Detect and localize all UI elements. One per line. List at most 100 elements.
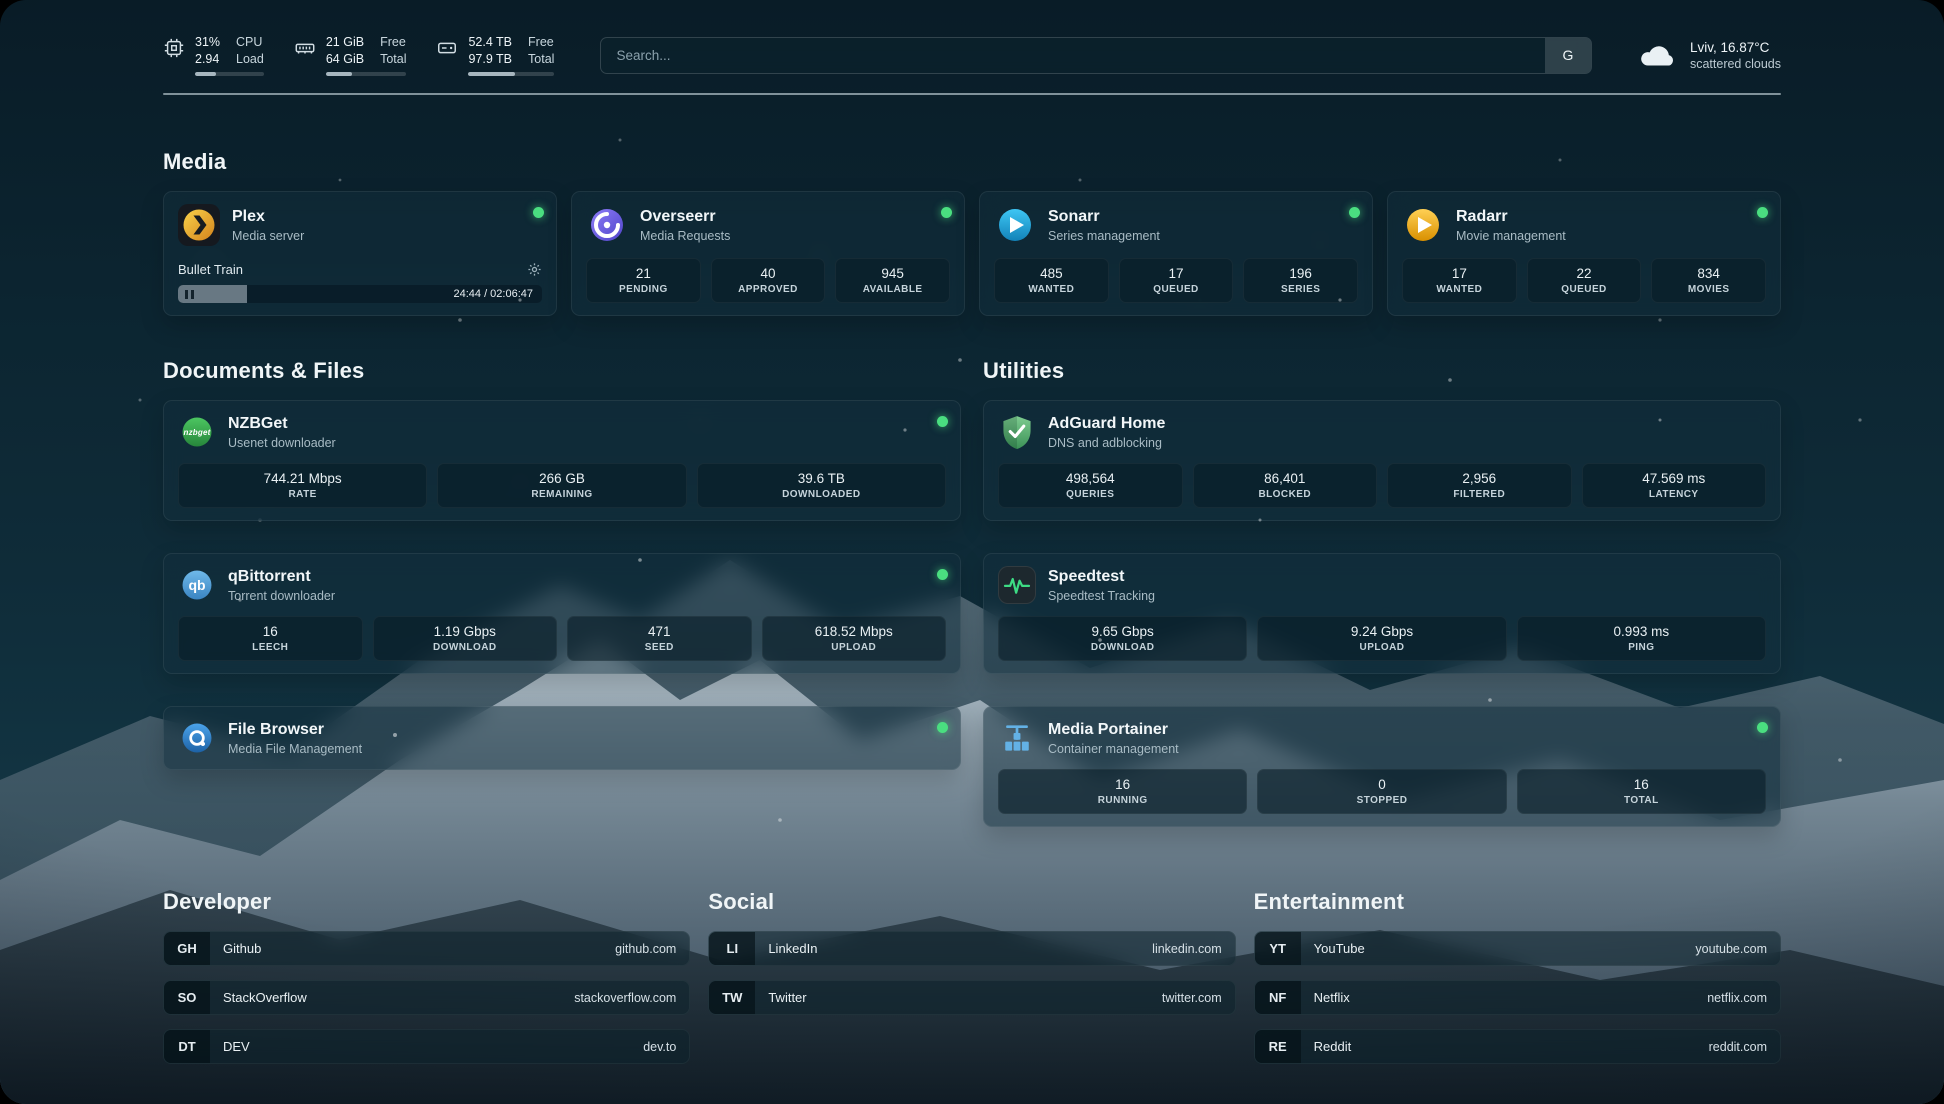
portainer-icon <box>998 719 1036 757</box>
media-grid: Plex Media server Bullet Train <box>163 191 1781 316</box>
bookmark-youtube[interactable]: YT YouTube youtube.com <box>1254 931 1781 966</box>
status-dot <box>937 722 948 733</box>
service-card-qbittorrent[interactable]: qb qBittorrent Torrent downloader 16LEEC… <box>163 553 961 674</box>
service-name: Sonarr <box>1048 207 1160 226</box>
topbar-divider <box>163 93 1781 95</box>
service-card-nzbget[interactable]: nzbget NZBGet Usenet downloader 744.21 M… <box>163 400 961 521</box>
status-dot <box>1757 207 1768 218</box>
speedtest-icon <box>998 566 1036 604</box>
pause-icon[interactable] <box>185 290 194 299</box>
search-bar[interactable]: G <box>600 37 1592 74</box>
bookmark-group-developer: Developer GH Github github.com SO StackO… <box>163 889 690 1064</box>
status-dot <box>1349 207 1360 218</box>
stat-tile: 16RUNNING <box>998 769 1247 814</box>
cpu-label: CPU <box>236 34 264 51</box>
service-subtitle: Series management <box>1048 229 1160 243</box>
service-card-portainer[interactable]: Media Portainer Container management 16R… <box>983 706 1781 827</box>
search-input[interactable] <box>601 38 1545 73</box>
service-text: AdGuard Home DNS and adblocking <box>1048 414 1165 450</box>
bookmark-abbr: GH <box>164 932 210 965</box>
memory-widget-body: 21 GiB 64 GiB Free Total <box>326 34 407 76</box>
disk-widget: 52.4 TB 97.9 TB Free Total <box>436 34 554 76</box>
section-title-social: Social <box>708 889 1235 915</box>
weather-widget[interactable]: Lviv, 16.87°C scattered clouds <box>1638 40 1781 71</box>
service-subtitle: Usenet downloader <box>228 436 336 450</box>
bookmark-netflix[interactable]: NF Netflix netflix.com <box>1254 980 1781 1015</box>
bookmark-abbr: SO <box>164 981 210 1014</box>
bookmark-name: Twitter <box>768 981 1162 1014</box>
service-name: Media Portainer <box>1048 720 1179 739</box>
stat-tile: 0STOPPED <box>1257 769 1506 814</box>
stat-tiles: 16LEECH 1.19 GbpsDOWNLOAD 471SEED 618.52… <box>178 604 946 661</box>
service-text: File Browser Media File Management <box>228 720 362 756</box>
service-name: File Browser <box>228 720 362 739</box>
weather-location: Lviv, 16.87°C <box>1690 40 1781 55</box>
playback-progress-bar[interactable]: 24:44 / 02:06:47 <box>178 285 542 303</box>
bookmark-abbr: TW <box>709 981 755 1014</box>
filebrowser-icon <box>178 719 216 757</box>
bookmark-dev[interactable]: DT DEV dev.to <box>163 1029 690 1064</box>
bookmark-name: Reddit <box>1314 1030 1709 1063</box>
card-header: nzbget NZBGet Usenet downloader <box>178 413 946 451</box>
stat-tile: 945AVAILABLE <box>835 258 950 303</box>
status-dot <box>937 416 948 427</box>
service-subtitle: Media File Management <box>228 742 362 756</box>
stat-tile: 40APPROVED <box>711 258 826 303</box>
service-name: Plex <box>232 207 304 226</box>
cpu-widget-body: 31% 2.94 CPU Load <box>195 34 264 76</box>
cpu-usage-value: 31% <box>195 34 220 51</box>
bookmark-stackoverflow[interactable]: SO StackOverflow stackoverflow.com <box>163 980 690 1015</box>
cpu-load-value: 2.94 <box>195 51 220 68</box>
memory-free-value: 21 GiB <box>326 34 364 51</box>
service-card-overseerr[interactable]: Overseerr Media Requests 21PENDING 40APP… <box>571 191 965 316</box>
bookmark-name: LinkedIn <box>768 932 1152 965</box>
stat-tiles: 17WANTED 22QUEUED 834MOVIES <box>1402 246 1766 303</box>
system-widgets: 31% 2.94 CPU Load <box>163 34 554 76</box>
memory-widget: 21 GiB 64 GiB Free Total <box>294 34 407 76</box>
stat-tile: 834MOVIES <box>1651 258 1766 303</box>
utilities-column: Utilities AdGuard Home <box>983 358 1781 827</box>
memory-free-label: Free <box>380 34 406 51</box>
dashboard-content: 31% 2.94 CPU Load <box>163 0 1781 1064</box>
disk-free-value: 52.4 TB <box>468 34 512 51</box>
stat-tile: 39.6 TBDOWNLOADED <box>697 463 946 508</box>
cpu-progress-bar <box>195 72 264 76</box>
service-card-radarr[interactable]: Radarr Movie management 17WANTED 22QUEUE… <box>1387 191 1781 316</box>
stat-tiles: 744.21 MbpsRATE 266 GBREMAINING 39.6 TBD… <box>178 451 946 508</box>
stat-tile: 0.993 msPING <box>1517 616 1766 661</box>
service-card-sonarr[interactable]: Sonarr Series management 485WANTED 17QUE… <box>979 191 1373 316</box>
bookmark-twitter[interactable]: TW Twitter twitter.com <box>708 980 1235 1015</box>
search-provider-button[interactable]: G <box>1545 38 1591 73</box>
status-dot <box>1757 722 1768 733</box>
service-text: Media Portainer Container management <box>1048 720 1179 756</box>
section-title-entertainment: Entertainment <box>1254 889 1781 915</box>
bookmark-abbr: LI <box>709 932 755 965</box>
stat-tiles: 485WANTED 17QUEUED 196SERIES <box>994 246 1358 303</box>
card-header: File Browser Media File Management <box>178 719 946 757</box>
bookmark-github[interactable]: GH Github github.com <box>163 931 690 966</box>
card-header: Speedtest Speedtest Tracking <box>998 566 1766 604</box>
cloud-icon <box>1638 42 1678 69</box>
bookmark-linkedin[interactable]: LI LinkedIn linkedin.com <box>708 931 1235 966</box>
service-card-adguard[interactable]: AdGuard Home DNS and adblocking 498,564Q… <box>983 400 1781 521</box>
service-card-speedtest[interactable]: Speedtest Speedtest Tracking 9.65 GbpsDO… <box>983 553 1781 674</box>
service-subtitle: Speedtest Tracking <box>1048 589 1155 603</box>
service-card-plex[interactable]: Plex Media server Bullet Train <box>163 191 557 316</box>
stat-tile: 266 GBREMAINING <box>437 463 686 508</box>
status-dot <box>937 569 948 580</box>
bookmark-name: YouTube <box>1314 932 1696 965</box>
nzbget-icon: nzbget <box>178 413 216 451</box>
gear-icon[interactable] <box>527 262 542 277</box>
bookmarks-grid: Developer GH Github github.com SO StackO… <box>163 889 1781 1064</box>
playback-time: 24:44 / 02:06:47 <box>453 288 533 300</box>
cpu-widget: 31% 2.94 CPU Load <box>163 34 264 76</box>
disk-icon <box>436 37 458 59</box>
disk-total-label: Total <box>528 51 554 68</box>
stat-tile: 9.24 GbpsUPLOAD <box>1257 616 1506 661</box>
service-subtitle: Media server <box>232 229 304 243</box>
memory-progress-bar <box>326 72 407 76</box>
service-name: qBittorrent <box>228 567 335 586</box>
bookmark-reddit[interactable]: RE Reddit reddit.com <box>1254 1029 1781 1064</box>
bookmark-url: github.com <box>615 932 676 965</box>
service-card-filebrowser[interactable]: File Browser Media File Management <box>163 706 961 770</box>
